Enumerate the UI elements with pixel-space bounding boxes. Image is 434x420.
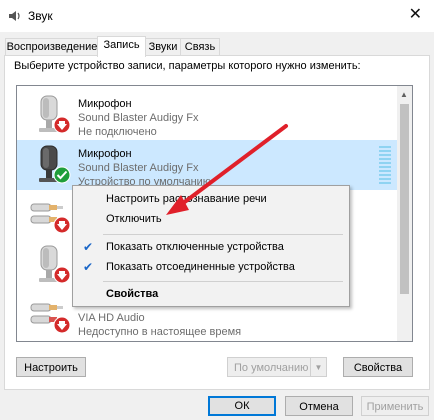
- device-model: VIA HD Audio: [78, 312, 145, 324]
- configure-button[interactable]: Настроить: [16, 357, 86, 377]
- device-status: Не подключено: [78, 126, 157, 138]
- disabled-badge-icon: [53, 216, 71, 234]
- menu-item-configure-speech[interactable]: Настроить распознавание речи: [73, 188, 349, 210]
- tab-sounds[interactable]: Звуки: [144, 38, 182, 55]
- menu-item-label: Свойства: [106, 288, 159, 300]
- apply-button[interactable]: Применить: [361, 396, 429, 416]
- disabled-badge-icon: [53, 266, 71, 284]
- device-status: Недоступно в настоящее время: [78, 326, 242, 338]
- checkmark-icon: ✔: [83, 240, 94, 254]
- window-title: Звук: [28, 9, 53, 23]
- tab-bar: Воспроизведение Запись Звуки Связь: [0, 36, 434, 57]
- device-item-selected[interactable]: Микрофон Sound Blaster Audigy Fx Устройс…: [17, 140, 397, 190]
- menu-item-label: Показать отсоединенные устройства: [106, 261, 295, 273]
- device-name: Микрофон: [78, 98, 132, 110]
- context-menu: Настроить распознавание речи Отключить ✔…: [72, 185, 350, 307]
- device-model: Sound Blaster Audigy Fx: [78, 112, 199, 124]
- menu-separator: [103, 234, 343, 235]
- device-model: Sound Blaster Audigy Fx: [78, 162, 199, 174]
- tab-playback[interactable]: Воспроизведение: [5, 38, 99, 55]
- scroll-thumb[interactable]: [400, 104, 409, 294]
- menu-item-show-disabled[interactable]: ✔ Показать отключенные устройства: [73, 236, 349, 258]
- tab-communications[interactable]: Связь: [180, 38, 220, 55]
- ok-button[interactable]: ОК: [208, 396, 276, 416]
- speaker-icon: [9, 11, 20, 21]
- menu-separator: [103, 281, 343, 282]
- disabled-badge-icon: [53, 116, 71, 134]
- close-icon[interactable]: ✕: [409, 7, 422, 23]
- menu-item-show-disconnected[interactable]: ✔ Показать отсоединенные устройства: [73, 256, 349, 278]
- properties-button[interactable]: Свойства: [343, 357, 413, 377]
- instruction-text: Выберите устройство записи, параметры ко…: [14, 60, 361, 72]
- menu-item-label: Показать отключенные устройства: [106, 241, 284, 253]
- disabled-badge-icon: [53, 316, 71, 334]
- menu-item-label: Настроить распознавание речи: [106, 193, 267, 205]
- title-bar: Звук ✕: [0, 0, 434, 32]
- menu-item-label: Отключить: [106, 213, 162, 225]
- device-item[interactable]: Микрофон Sound Blaster Audigy Fx Не подк…: [17, 90, 397, 140]
- default-check-badge-icon: [53, 166, 71, 184]
- list-scrollbar[interactable]: ▲: [397, 86, 412, 341]
- menu-item-disable[interactable]: Отключить: [73, 208, 349, 230]
- set-default-label: По умолчанию: [234, 362, 309, 374]
- device-name: Микрофон: [78, 148, 132, 160]
- scroll-up-icon[interactable]: ▲: [400, 90, 408, 99]
- tab-recording[interactable]: Запись: [97, 36, 146, 57]
- set-default-button[interactable]: По умолчанию ▼: [227, 357, 327, 377]
- checkmark-icon: ✔: [83, 260, 94, 274]
- dropdown-arrow-icon[interactable]: ▼: [310, 358, 326, 376]
- menu-item-properties[interactable]: Свойства: [73, 283, 349, 305]
- cancel-button[interactable]: Отмена: [285, 396, 353, 416]
- level-meter: [379, 146, 391, 188]
